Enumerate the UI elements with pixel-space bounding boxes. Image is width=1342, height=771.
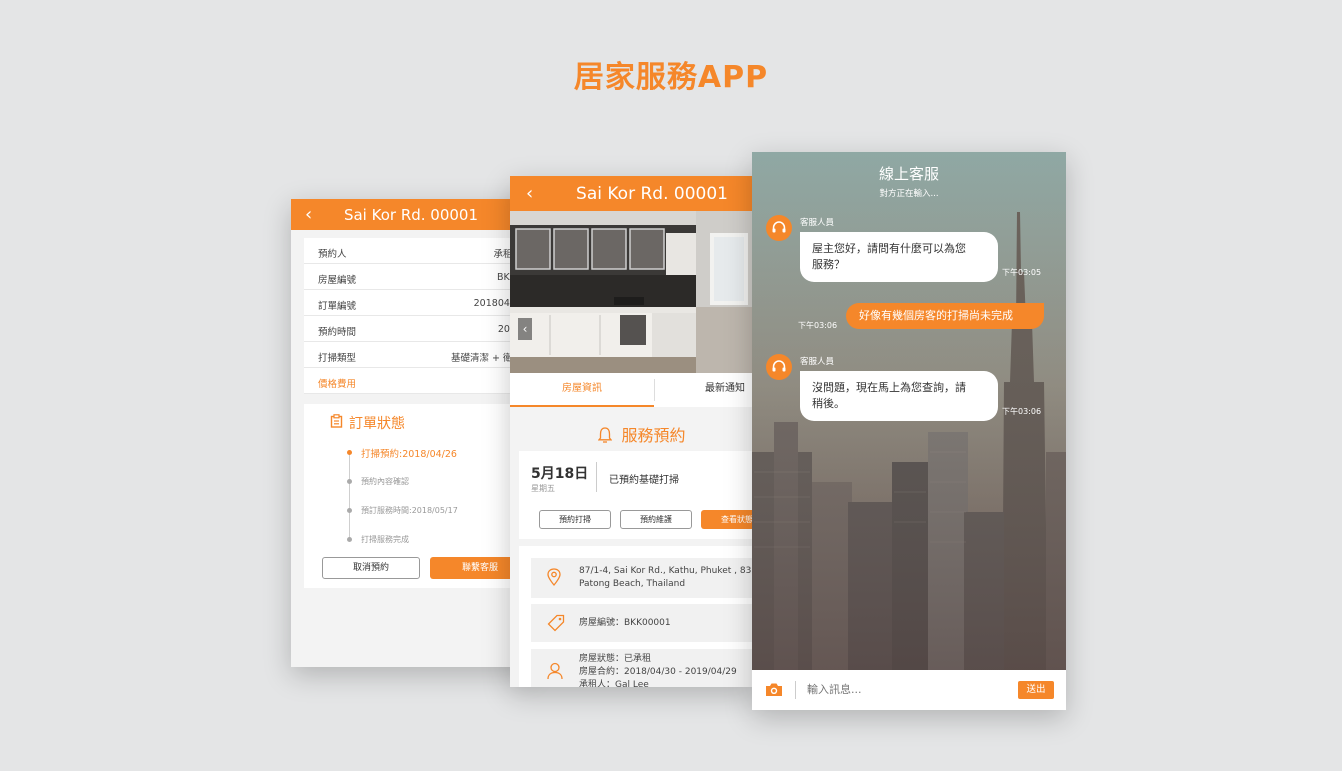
address-line-2: Patong Beach, Thailand xyxy=(579,579,686,589)
headset-icon xyxy=(766,215,792,241)
timeline-dot xyxy=(347,450,352,455)
message-line: 服務？ xyxy=(812,258,845,271)
book-cleaning-button[interactable]: 預約打掃 xyxy=(539,510,611,529)
bell-icon xyxy=(598,426,621,445)
input-divider xyxy=(795,681,796,699)
house-contract: 房屋合約：2018/04/30 - 2019/04/29 xyxy=(579,667,737,677)
status-heading: 訂單狀態 xyxy=(330,413,405,433)
message-input[interactable] xyxy=(807,683,1007,696)
message-time: 下午03:06 xyxy=(1002,407,1042,416)
user-message: 好像有幾個房客的打掃尚未完成 xyxy=(846,303,1044,329)
agent-name: 客服人員 xyxy=(800,218,835,228)
timeline-text: 預約內容確認 xyxy=(361,477,409,486)
house-status-row: 房屋狀態：已承租 房屋合約：2018/04/30 - 2019/04/29 承租… xyxy=(531,649,754,687)
timeline-dot xyxy=(347,508,352,513)
info-label: 預約時間 xyxy=(318,327,357,338)
tenant-name: 承租人：Gal Lee xyxy=(579,680,649,687)
message-time: 下午03:06 xyxy=(798,321,838,330)
tag-icon xyxy=(547,614,565,636)
booking-status-text: 已預約基礎打掃 xyxy=(609,475,679,486)
house-detail-card: 87/1-4, Sai Kor Rd., Kathu, Phuket , 83 … xyxy=(519,546,754,687)
timeline-dot xyxy=(347,479,352,484)
info-label: 房屋編號 xyxy=(318,275,357,286)
tab-bar: 房屋資訊 最新通知 xyxy=(510,373,754,407)
service-heading: 服務預約 xyxy=(510,422,754,446)
chat-title: 線上客服 xyxy=(878,165,939,183)
person-icon xyxy=(547,662,563,684)
booking-weekday: 星期五 xyxy=(531,484,555,493)
book-maintenance-button[interactable]: 預約維護 xyxy=(620,510,692,529)
message-time: 下午03:05 xyxy=(1002,268,1042,277)
timeline-dot xyxy=(347,537,352,542)
timeline-text: 預訂服務時間:2018/05/17 xyxy=(361,506,458,515)
address-row: 87/1-4, Sai Kor Rd., Kathu, Phuket , 83 … xyxy=(531,558,754,598)
info-row-type: 打掃類型 基礎清潔 + 衛浴 xyxy=(304,342,531,368)
header-bar: ‹ Sai Kor Rd. 00001 xyxy=(291,199,531,230)
info-label: 打掃類型 xyxy=(318,353,357,364)
header-bar: ‹ Sai Kor Rd. 00001 xyxy=(510,176,754,211)
order-status-card: 訂單狀態 打掃預約:2018/04/26 預約內容確認 預訂服務時間:2018/… xyxy=(304,404,531,588)
house-info-screen: ‹ Sai Kor Rd. 00001 ‹ 房屋資訊 最新通知 服務預約 5月1… xyxy=(510,176,754,687)
send-button[interactable]: 送出 xyxy=(1018,681,1054,699)
location-pin-icon xyxy=(547,568,561,590)
prev-image-button[interactable]: ‹ xyxy=(518,318,532,340)
chat-screen: 線上客服 對方正在輸入... 客服人員 屋主您好，請問有什麼可以為您 服務？ 下… xyxy=(752,152,1066,710)
screen-title: Sai Kor Rd. 00001 xyxy=(576,184,728,204)
timeline-text: 打掃服務完成 xyxy=(361,535,409,544)
order-detail-screen: ‹ Sai Kor Rd. 00001 預約人 承租人 房屋編號 BKK0 訂單… xyxy=(291,199,531,667)
timeline-line xyxy=(349,451,350,541)
tab-notifications[interactable]: 最新通知 xyxy=(655,373,754,407)
timeline-text: 打掃預約:2018/04/26 xyxy=(361,449,457,460)
booking-date: 5月18日 xyxy=(531,466,589,482)
info-row-house-no: 房屋編號 BKK0 xyxy=(304,264,531,290)
camera-icon[interactable] xyxy=(765,682,783,697)
kitchen-photo: ‹ xyxy=(510,211,754,373)
address-line-1: 87/1-4, Sai Kor Rd., Kathu, Phuket , 83 xyxy=(579,566,752,576)
order-info-card: 預約人 承租人 房屋編號 BKK0 訂單編號 20180426 預約時間 201… xyxy=(304,238,531,394)
status-title: 訂單狀態 xyxy=(349,416,405,432)
screen-title: Sai Kor Rd. 00001 xyxy=(343,206,479,224)
info-row-booker: 預約人 承租人 xyxy=(304,238,531,264)
agent-name: 客服人員 xyxy=(800,357,835,367)
agent-message: 沒問題，現在馬上為您查詢，請 稍後。 xyxy=(800,371,998,421)
info-label: 價格費用 xyxy=(318,379,357,390)
message-line: 屋主您好，請問有什麼可以為您 xyxy=(812,242,966,255)
info-row-price: 價格費用 $1 xyxy=(304,368,531,394)
view-status-button[interactable]: 查看狀態 xyxy=(701,510,754,529)
message-line: 稍後。 xyxy=(812,397,845,410)
clipboard-icon xyxy=(330,414,343,432)
info-row-order-no: 訂單編號 20180426 xyxy=(304,290,531,316)
divider xyxy=(596,462,597,492)
message-line: 沒問題，現在馬上為您查詢，請 xyxy=(812,381,966,394)
house-number-row: 房屋編號：BKK00001 xyxy=(531,604,754,642)
headset-icon xyxy=(766,354,792,380)
info-label: 預約人 xyxy=(318,249,347,260)
page-title: 居家服務APP xyxy=(573,60,769,95)
agent-message: 屋主您好，請問有什麼可以為您 服務？ xyxy=(800,232,998,282)
service-title: 服務預約 xyxy=(621,426,686,445)
booking-card: 5月18日 星期五 已預約基礎打掃 預約打掃 預約維護 查看狀態 xyxy=(519,451,754,539)
message-input-bar: 送出 xyxy=(752,670,1066,710)
house-status: 房屋狀態：已承租 xyxy=(579,654,652,664)
cancel-booking-button[interactable]: 取消預約 xyxy=(322,557,420,579)
typing-indicator: 對方正在輸入... xyxy=(879,189,939,199)
info-row-time: 預約時間 2018 xyxy=(304,316,531,342)
house-number: 房屋編號：BKK00001 xyxy=(579,618,671,628)
info-label: 訂單編號 xyxy=(318,301,357,312)
tab-house-info[interactable]: 房屋資訊 xyxy=(510,373,654,407)
